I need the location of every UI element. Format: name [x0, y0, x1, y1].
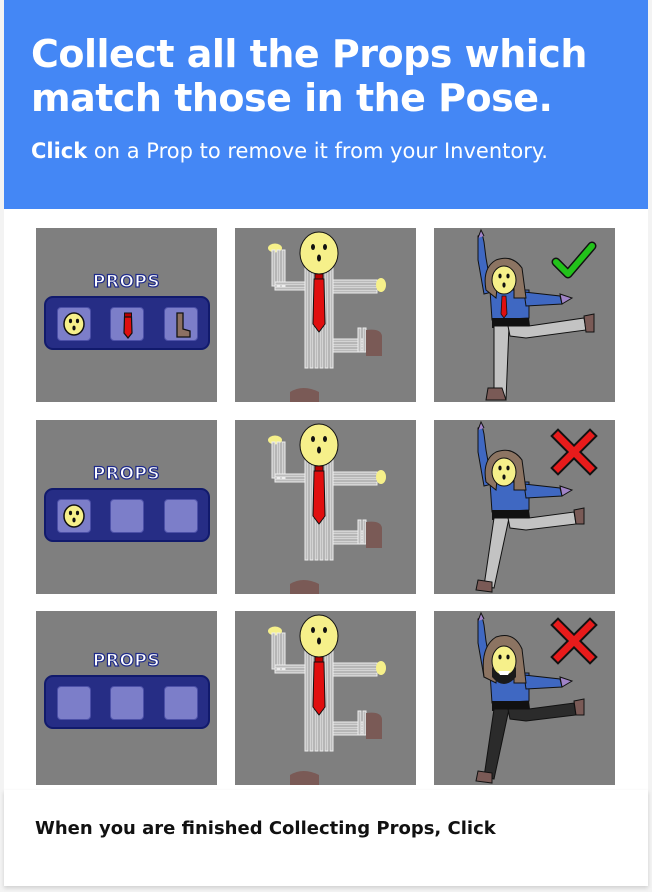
cross-icon [550, 428, 598, 476]
pose-figure-icon [268, 423, 386, 594]
empty-prop-slot[interactable] [164, 686, 198, 720]
empty-prop-slot[interactable] [110, 499, 144, 533]
props-label: PROPS [92, 463, 161, 484]
inventory-box [44, 488, 210, 542]
inventory-panel: PROPS [36, 611, 217, 785]
prop-slot-tie[interactable] [110, 307, 144, 341]
pose-figure-icon [268, 231, 386, 402]
rounds-area: PROPS PROPS PROPS [4, 209, 648, 790]
round-row-2: PROPS [36, 420, 620, 595]
inventory-panel: PROPS [36, 420, 217, 594]
props-label: PROPS [92, 650, 161, 671]
instruction-text: Click on a Prop to remove it from your I… [31, 137, 548, 165]
character-panel [434, 420, 615, 594]
props-label: PROPS [92, 271, 161, 292]
boot-icon [176, 312, 191, 338]
pose-figure-icon [268, 614, 386, 785]
empty-prop-slot[interactable] [110, 686, 144, 720]
character-figure-icon [477, 228, 597, 401]
pose-panel [235, 611, 416, 785]
inventory-box [44, 296, 210, 350]
prop-slot-face-mask[interactable] [57, 499, 91, 533]
pose-panel [235, 228, 416, 402]
finish-message: When you are finished Collecting Props, … [35, 818, 496, 839]
footer-panel: When you are finished Collecting Props, … [4, 790, 648, 886]
empty-prop-slot[interactable] [164, 499, 198, 533]
page-title: Collect all the Props which match those … [31, 32, 587, 120]
face-mask-icon [63, 504, 85, 528]
prop-slot-boot[interactable] [164, 307, 198, 341]
character-figure-icon [475, 420, 598, 593]
character-panel [434, 228, 615, 402]
cross-icon [550, 617, 598, 665]
inventory-box [44, 675, 210, 729]
character-figure-icon [475, 611, 598, 784]
inventory-panel: PROPS [36, 228, 217, 402]
prop-slot-face-mask[interactable] [57, 307, 91, 341]
character-panel [434, 611, 615, 785]
check-icon [553, 243, 595, 277]
face-mask-icon [63, 312, 85, 336]
instruction-banner: Collect all the Props which match those … [4, 0, 648, 209]
game-screen: Collect all the Props which match those … [0, 0, 652, 892]
empty-prop-slot[interactable] [57, 686, 91, 720]
tie-icon [123, 312, 133, 339]
instruction-rest: on a Prop to remove it from your Invento… [87, 139, 548, 163]
instruction-bold: Click [31, 139, 88, 163]
round-row-1: PROPS [36, 228, 620, 403]
pose-panel [235, 420, 416, 594]
round-row-3: PROPS [36, 611, 620, 786]
